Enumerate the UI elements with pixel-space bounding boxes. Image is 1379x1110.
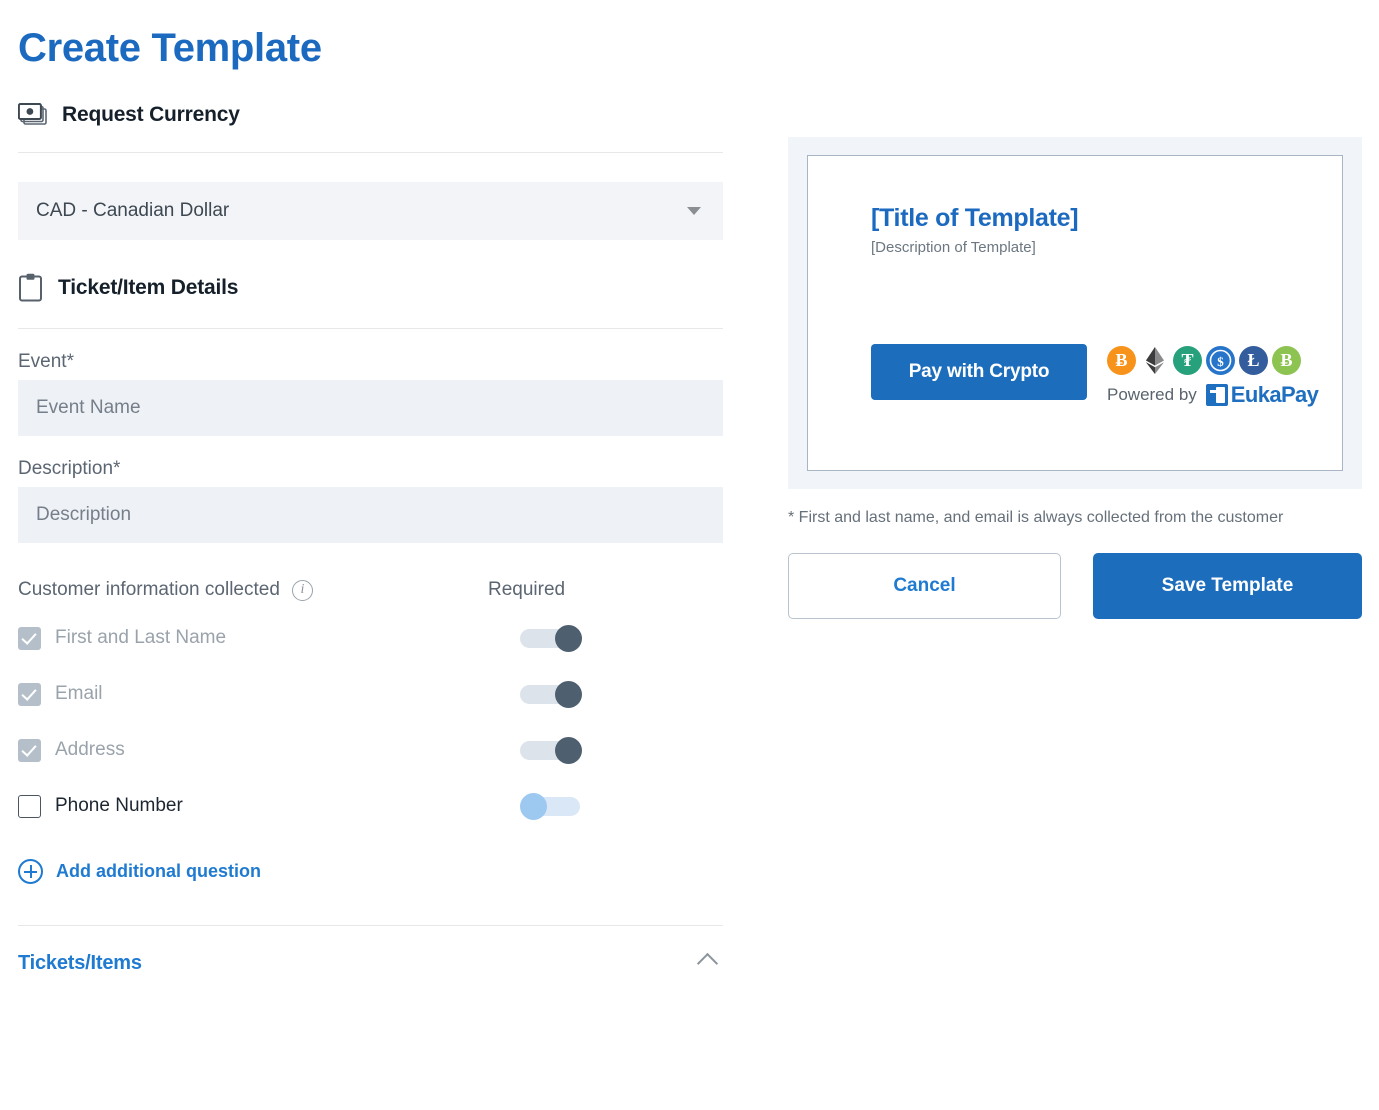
powered-by-row: Powered by EukaPay <box>1107 382 1319 408</box>
chevron-down-icon <box>687 207 701 215</box>
toggle-required-phone-number[interactable] <box>520 793 582 820</box>
description-field-label: Description* <box>18 458 121 479</box>
ethereum-icon <box>1140 346 1169 375</box>
toggle-thumb <box>555 737 582 764</box>
tickets-items-label: Tickets/Items <box>18 952 142 974</box>
event-name-input[interactable]: Event Name <box>18 380 723 436</box>
collection-note: * First and last name, and email is alwa… <box>788 509 1284 526</box>
add-additional-question-button[interactable]: Add additional question <box>18 859 723 884</box>
collect-label-address: Address <box>55 739 125 760</box>
toggle-thumb <box>555 625 582 652</box>
currency-select-value: CAD - Canadian Dollar <box>36 200 230 221</box>
preview-template-description: [Description of Template] <box>871 239 1036 256</box>
preview-template-title: [Title of Template] <box>871 204 1079 232</box>
cancel-button[interactable]: Cancel <box>788 553 1061 619</box>
collect-label-phone-number: Phone Number <box>55 795 183 816</box>
checkbox-email[interactable] <box>18 682 41 706</box>
customer-info-header: Customer information collected i Require… <box>18 579 723 601</box>
eukapay-logo: EukaPay <box>1205 382 1319 408</box>
checkbox-phone-number[interactable] <box>18 794 41 818</box>
money-stack-icon <box>17 103 48 127</box>
crypto-badges: Ƀ ₮ $ Ł Ƀ Powered by EukaPay <box>1107 344 1319 408</box>
usd-coin-icon: $ <box>1206 346 1235 375</box>
collect-label-email: Email <box>55 683 103 704</box>
page-title: Create Template <box>18 26 322 70</box>
svg-text:$: $ <box>1217 354 1224 369</box>
tether-icon: ₮ <box>1173 346 1202 375</box>
tickets-items-section-toggle[interactable]: Tickets/Items <box>18 952 723 975</box>
chevron-up-icon <box>696 952 719 975</box>
plus-circle-icon <box>18 859 43 884</box>
collect-row-email: Email <box>18 675 723 713</box>
template-preview-card: [Title of Template] [Description of Temp… <box>807 155 1343 471</box>
coin-icon-list: Ƀ ₮ $ Ł Ƀ <box>1107 346 1318 375</box>
checkbox-first-last-name[interactable] <box>18 626 41 650</box>
save-template-button[interactable]: Save Template <box>1092 553 1362 619</box>
eukapay-cube-icon <box>1205 384 1228 406</box>
request-currency-header: Request Currency <box>17 103 723 127</box>
required-column-label: Required <box>488 579 566 600</box>
request-currency-label: Request Currency <box>62 103 240 126</box>
collect-row-phone-number: Phone Number <box>18 787 723 825</box>
customer-info-label: Customer information collected <box>18 579 280 600</box>
litecoin-icon: Ł <box>1239 346 1268 375</box>
toggle-thumb <box>555 681 582 708</box>
ticket-details-label: Ticket/Item Details <box>58 276 239 299</box>
currency-select[interactable]: CAD - Canadian Dollar <box>18 182 723 240</box>
eukapay-wordmark: EukaPay <box>1230 382 1319 407</box>
toggle-required-email[interactable] <box>520 681 582 708</box>
toggle-thumb <box>520 793 547 820</box>
create-template-page: Create Template Request Currency CAD - C… <box>0 0 1379 1110</box>
checkbox-address[interactable] <box>18 738 41 762</box>
toggle-required-address[interactable] <box>520 737 582 764</box>
powered-by-label: Powered by <box>1107 385 1197 404</box>
event-field-label: Event* <box>18 351 74 372</box>
preview-pay-row: Pay with Crypto Ƀ ₮ $ Ł Ƀ Powered by Euk… <box>871 344 1319 408</box>
divider-currency <box>18 152 723 153</box>
divider-ticket <box>18 328 723 329</box>
info-icon[interactable]: i <box>291 579 313 601</box>
ticket-details-header: Ticket/Item Details <box>18 273 723 303</box>
collect-row-first-last-name: First and Last Name <box>18 619 723 657</box>
description-input[interactable]: Description <box>18 487 723 543</box>
clipboard-icon <box>18 273 44 303</box>
collect-row-address: Address <box>18 731 723 769</box>
preview-column: [Title of Template] [Description of Temp… <box>788 137 1362 619</box>
toggle-required-first-last-name[interactable] <box>520 625 582 652</box>
form-column: Create Template Request Currency CAD - C… <box>17 0 723 975</box>
bitcoin-cash-icon: Ƀ <box>1272 346 1301 375</box>
pay-with-crypto-button[interactable]: Pay with Crypto <box>871 344 1087 400</box>
template-preview-panel: [Title of Template] [Description of Temp… <box>788 137 1362 489</box>
collect-label-first-last-name: First and Last Name <box>55 627 227 648</box>
add-additional-question-label: Add additional question <box>56 861 261 881</box>
form-actions: Cancel Save Template <box>788 553 1362 619</box>
divider-tickets <box>18 925 723 926</box>
bitcoin-icon: Ƀ <box>1107 346 1136 375</box>
